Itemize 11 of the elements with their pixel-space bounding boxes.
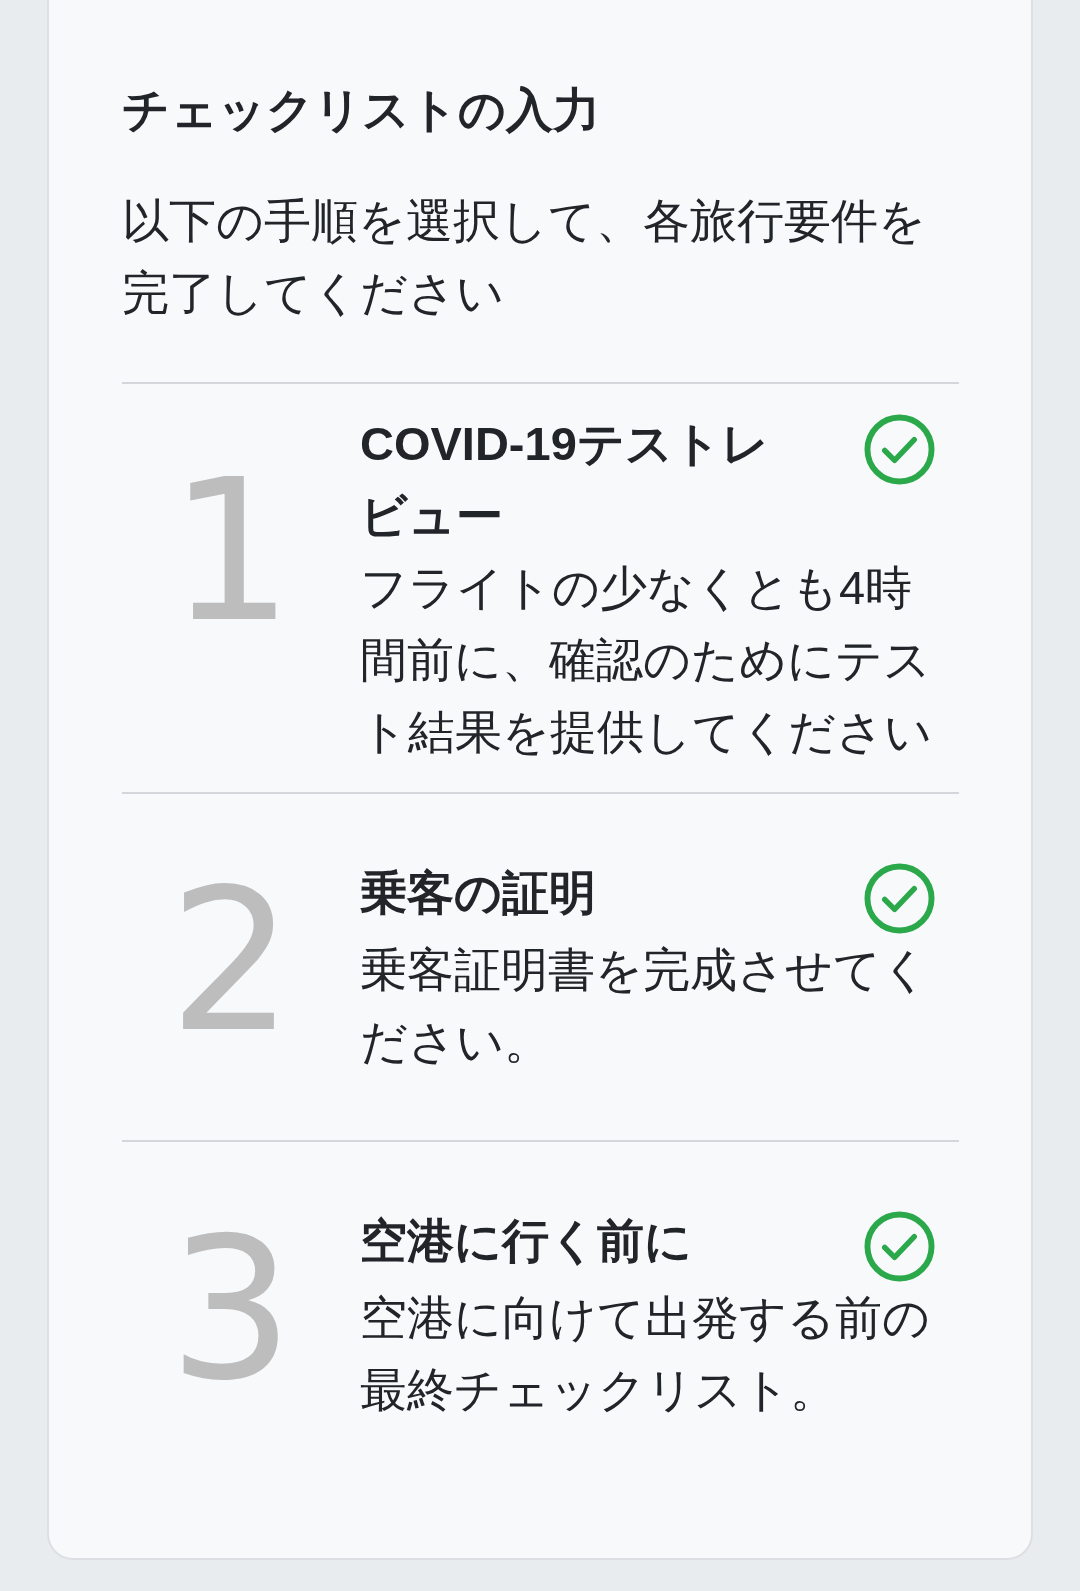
step-number: 3 <box>168 1211 294 1407</box>
step-title: 乗客の証明 <box>360 864 597 921</box>
step-number: 2 <box>168 863 294 1059</box>
instructions-text: 以下の手順を選択して、各旅行要件を完了してください <box>122 193 927 321</box>
step-title: COVID-19テストレビュー <box>360 416 770 544</box>
checklist-heading: チェックリストの入力 <box>122 82 601 138</box>
step-description: 空港に向けて出発する前の最終チェックリスト。 <box>360 1289 931 1418</box>
step-description: 乗客証明書を完成させてください。 <box>360 941 930 1070</box>
step-description: フライトの少なくとも4時間前に、確認のためにテスト結果を提供してください <box>360 560 933 760</box>
step-number: 1 <box>168 453 294 649</box>
step-title: 空港に行く前に <box>360 1212 693 1269</box>
